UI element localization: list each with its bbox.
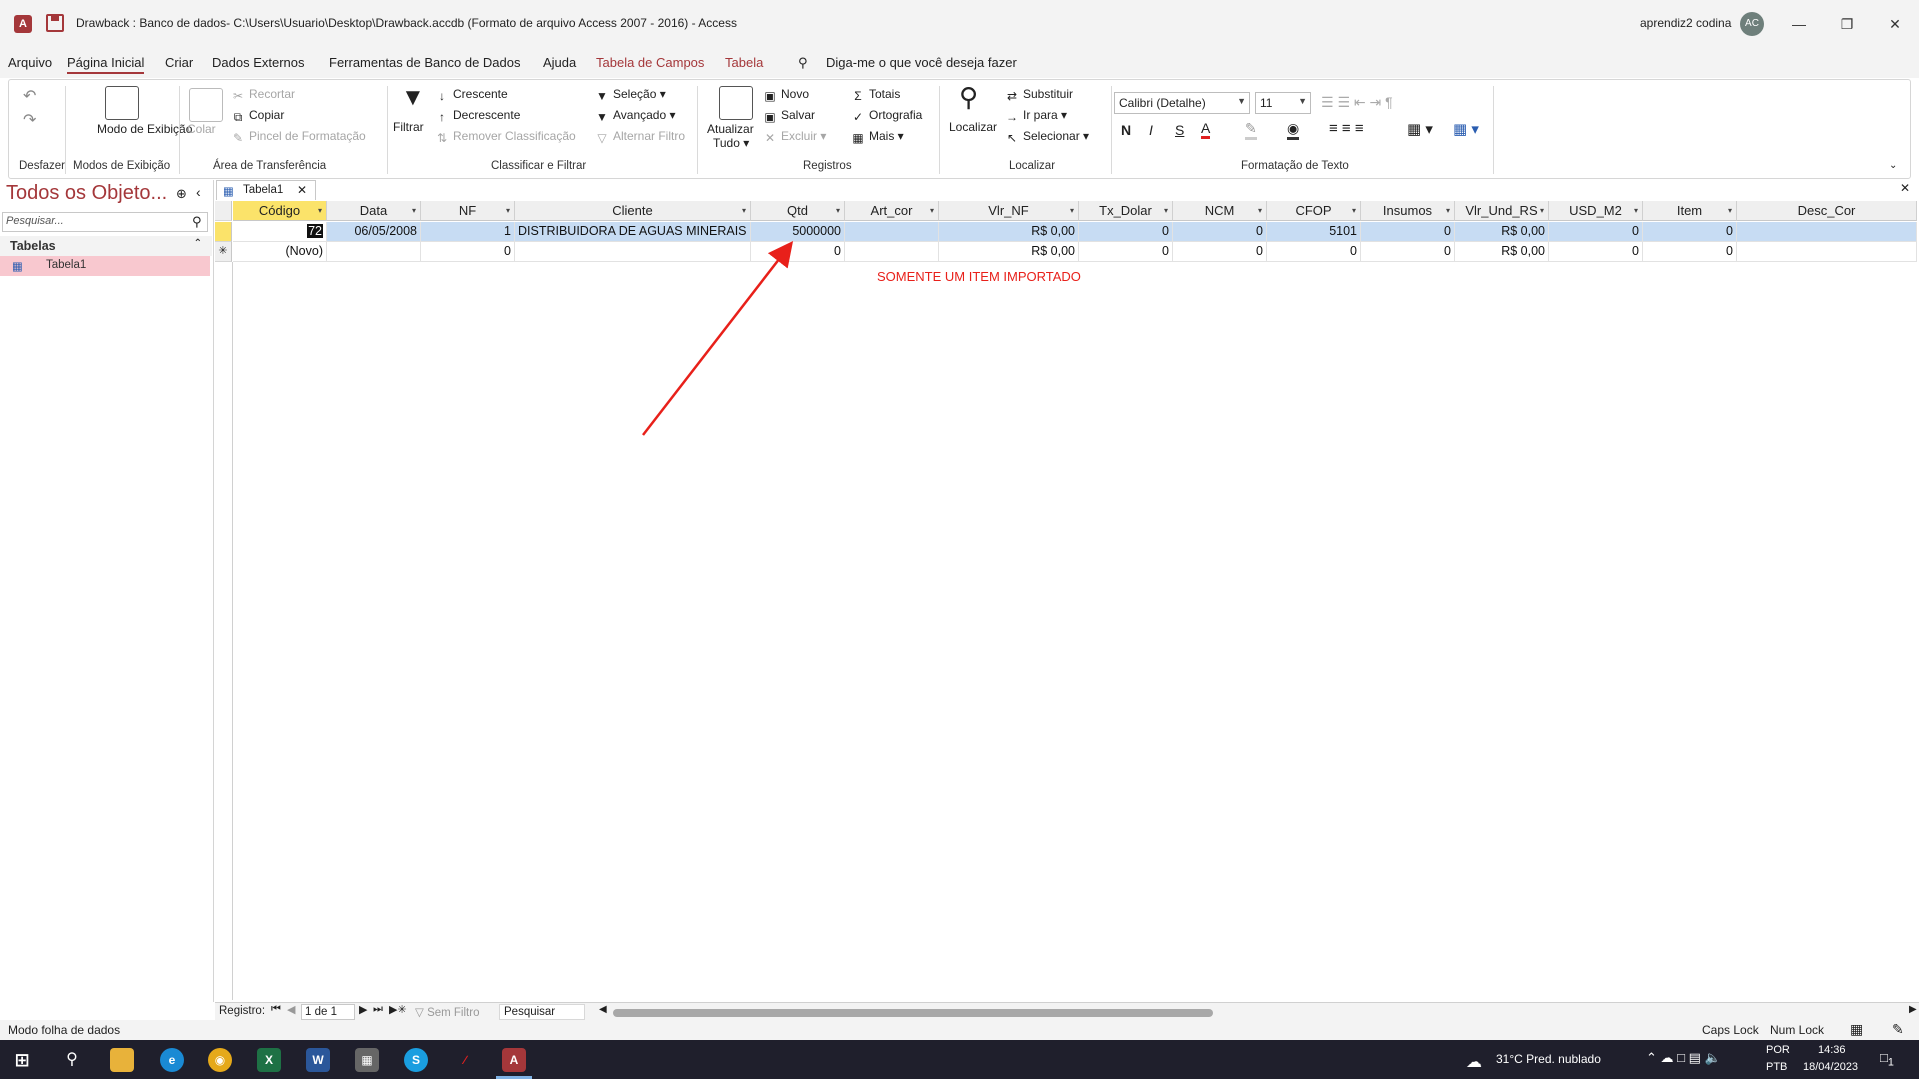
annotation-arrow [642, 241, 794, 436]
weather-icon[interactable]: ☁ [1466, 1052, 1482, 1072]
caps-lock-indicator: Caps Lock [1702, 1023, 1759, 1037]
tray-icons[interactable]: ⌃ ☁ □ ▤ 🔈 [1646, 1050, 1721, 1066]
scroll-right-icon[interactable]: ▶ [1909, 1004, 1917, 1015]
search-icon[interactable]: ⚲ [60, 1048, 84, 1072]
notification-count: 1 [1887, 1056, 1894, 1069]
status-bar: Modo folha de dados Caps Lock Num Lock ▦… [0, 1020, 1919, 1042]
lang-2[interactable]: PTB [1766, 1061, 1787, 1073]
calculator-icon[interactable]: ▦ [355, 1048, 379, 1072]
access-taskbar-icon[interactable]: A [502, 1048, 526, 1072]
chrome-icon[interactable]: ◉ [208, 1048, 232, 1072]
next-record-icon[interactable]: ▶ [359, 1003, 367, 1016]
notification-icon[interactable]: □1 [1880, 1050, 1894, 1069]
word-icon[interactable]: W [306, 1048, 330, 1072]
first-record-icon[interactable]: ⏮ [271, 1003, 281, 1016]
status-mode: Modo folha de dados [8, 1023, 121, 1037]
prev-record-icon[interactable]: ◀ [287, 1003, 295, 1016]
app-icon[interactable]: ∕ [453, 1048, 477, 1072]
lang-1[interactable]: POR [1766, 1044, 1790, 1056]
excel-icon[interactable]: X [257, 1048, 281, 1072]
record-label: Registro: [219, 1005, 266, 1017]
clock-date[interactable]: 18/04/2023 [1803, 1061, 1858, 1073]
design-view-icon[interactable]: ✎ [1892, 1021, 1904, 1038]
record-search-input[interactable]: Pesquisar [499, 1004, 585, 1020]
filter-off-icon: ▽ [415, 1007, 424, 1019]
record-position-input[interactable]: 1 de 1 [301, 1004, 355, 1020]
annotation-text: SOMENTE UM ITEM IMPORTADO [877, 269, 1081, 284]
filter-status[interactable]: ▽ Sem Filtro [415, 1005, 479, 1019]
windows-start-icon[interactable]: ⊞ [10, 1048, 34, 1072]
edge-icon[interactable]: e [160, 1048, 184, 1072]
record-navigator: Registro: ⏮ ◀ 1 de 1 ▶ ⏭ ▶✳ ▽ Sem Filtro… [215, 1002, 1919, 1020]
weather-text[interactable]: 31°C Pred. nublado [1496, 1052, 1601, 1066]
filter-status-label: Sem Filtro [427, 1007, 480, 1019]
scroll-left-icon[interactable]: ◀ [599, 1004, 607, 1015]
file-explorer-icon[interactable] [110, 1048, 134, 1072]
new-record-nav-icon[interactable]: ▶✳ [389, 1003, 407, 1016]
taskbar: ⊞ ⚲ e ◉ X W ▦ S ∕ A ☁ 31°C Pred. nublado… [0, 1040, 1919, 1079]
horizontal-scrollbar[interactable] [613, 1009, 1213, 1017]
last-record-icon[interactable]: ⏭ [373, 1003, 383, 1016]
clock-time[interactable]: 14:36 [1818, 1044, 1846, 1056]
datasheet-view-icon[interactable]: ▦ [1850, 1021, 1863, 1038]
skype-icon[interactable]: S [404, 1048, 428, 1072]
num-lock-indicator: Num Lock [1770, 1023, 1825, 1037]
